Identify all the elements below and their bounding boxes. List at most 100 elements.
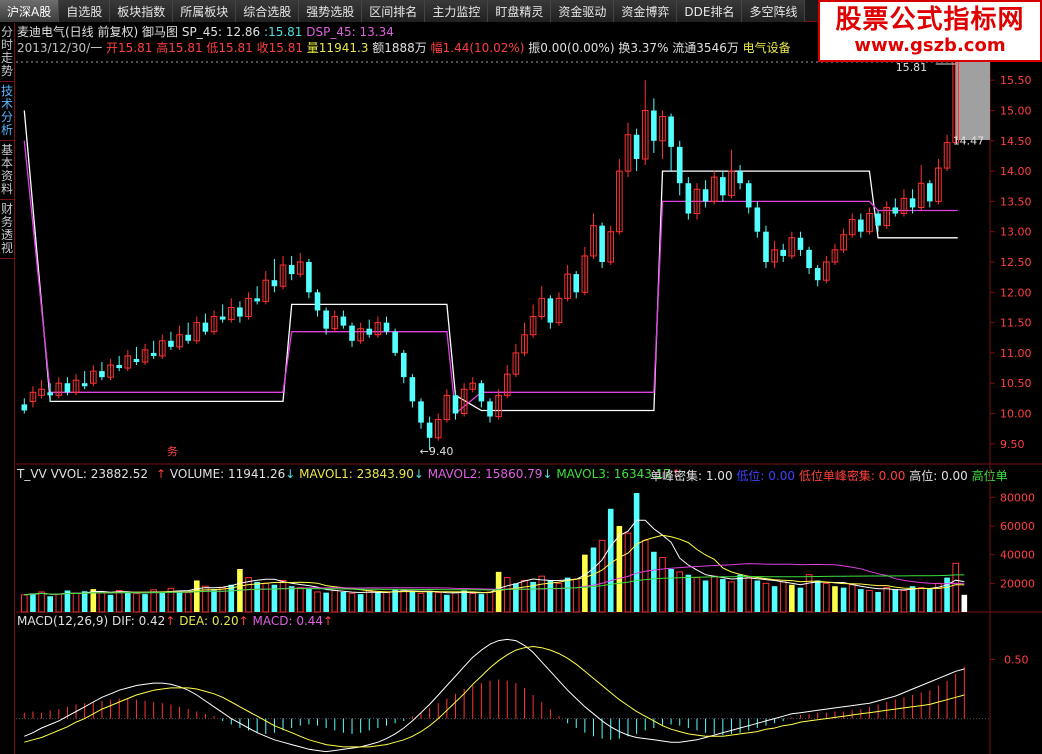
candle-body bbox=[806, 249, 812, 269]
volume-bar bbox=[917, 587, 925, 613]
candle-body bbox=[754, 207, 761, 232]
candle-body bbox=[763, 231, 769, 262]
candle-body bbox=[288, 265, 295, 275]
volume-bar bbox=[314, 591, 321, 613]
site-watermark: 股票公式指标网 www.gszb.com bbox=[818, 0, 1042, 62]
candle-body bbox=[392, 331, 398, 353]
volume-bar bbox=[452, 591, 459, 613]
candle-body bbox=[133, 358, 140, 362]
volume-bar bbox=[668, 569, 674, 612]
candle-body bbox=[185, 334, 191, 341]
volume-bar bbox=[55, 593, 63, 613]
volume-bar bbox=[720, 579, 726, 612]
stock-chart[interactable]: 15.50 15.00 14.50 14.00 13.50 13.00 12.50 12.00… bbox=[0, 0, 1042, 754]
volume-bar bbox=[47, 596, 53, 612]
candle-body bbox=[383, 322, 390, 332]
candle-body bbox=[875, 213, 881, 226]
price-axis-label: 12.50 bbox=[1000, 256, 1032, 269]
volume-bar bbox=[228, 584, 235, 612]
volume-axis-label: 60000 bbox=[1000, 520, 1035, 533]
candle-body bbox=[797, 237, 804, 250]
candle-body bbox=[409, 377, 416, 402]
candle-body bbox=[547, 298, 554, 323]
candle-body bbox=[21, 404, 28, 411]
volume-bar bbox=[564, 577, 571, 612]
candle-body bbox=[599, 225, 605, 262]
volume-bar bbox=[909, 586, 916, 612]
price-axis-label: 13.50 bbox=[1000, 195, 1032, 208]
volume-bar bbox=[651, 551, 657, 612]
candle-body bbox=[814, 268, 821, 281]
volume-bar bbox=[927, 589, 933, 612]
candle-body bbox=[892, 207, 899, 214]
volume-bar bbox=[710, 575, 718, 613]
volume-bar bbox=[184, 592, 192, 613]
volume-bar bbox=[900, 590, 908, 613]
volume-bar bbox=[685, 574, 692, 612]
volume-bar bbox=[98, 592, 106, 613]
volume-bar bbox=[875, 591, 881, 612]
price-axis-label: 10.00 bbox=[1000, 408, 1032, 421]
candle-body bbox=[426, 422, 433, 438]
volume-bar bbox=[193, 580, 200, 612]
candle-body bbox=[702, 189, 709, 202]
volume-bar bbox=[883, 587, 890, 613]
volume-bar bbox=[547, 580, 554, 612]
candle-body bbox=[306, 262, 312, 293]
volume-bar bbox=[702, 580, 709, 612]
volume-bar bbox=[409, 591, 416, 612]
volume-bar bbox=[503, 577, 511, 613]
candle-body bbox=[676, 146, 683, 184]
candle-body bbox=[418, 401, 424, 423]
volume-bar bbox=[779, 581, 787, 613]
volume-bar bbox=[728, 581, 735, 613]
price-axis-label: 15.50 bbox=[1000, 74, 1032, 87]
candle-body bbox=[116, 365, 122, 369]
volume-bar bbox=[478, 594, 485, 612]
volume-bar bbox=[426, 591, 433, 612]
volume-bar bbox=[633, 493, 640, 612]
candle-body bbox=[219, 316, 226, 320]
volume-bar bbox=[486, 591, 494, 613]
volume-bar bbox=[400, 589, 408, 613]
volume-bar bbox=[771, 586, 778, 612]
volume-bar bbox=[797, 587, 804, 612]
candle-body bbox=[668, 116, 674, 147]
volume-bar bbox=[582, 554, 588, 612]
volume-bar bbox=[288, 586, 295, 612]
volume-bar bbox=[348, 592, 356, 613]
volume-bar bbox=[616, 526, 623, 612]
volume-bar bbox=[789, 584, 795, 612]
volume-bar bbox=[375, 591, 381, 612]
candle-body bbox=[452, 395, 459, 414]
event-marker: 务 bbox=[167, 445, 178, 458]
price-axis-label: 14.00 bbox=[1000, 165, 1032, 178]
volume-bar bbox=[754, 580, 761, 612]
price-axis-label: 10.50 bbox=[1000, 377, 1032, 390]
price-highlight-block bbox=[955, 62, 990, 140]
candle-body bbox=[927, 183, 933, 202]
candle-body bbox=[720, 177, 726, 196]
volume-bar bbox=[823, 582, 830, 613]
volume-bar bbox=[262, 582, 270, 613]
volume-bar bbox=[38, 591, 45, 613]
volume-bar bbox=[521, 579, 528, 613]
candle-body bbox=[323, 310, 329, 329]
volume-bar bbox=[279, 579, 287, 613]
volume-bar bbox=[392, 589, 398, 612]
volume-axis-label: 20000 bbox=[1000, 577, 1035, 590]
volume-bar bbox=[176, 590, 183, 612]
volume-bar bbox=[72, 592, 80, 613]
volume-bar bbox=[21, 594, 28, 613]
candle-body bbox=[81, 383, 88, 387]
volume-bar bbox=[142, 594, 148, 612]
volume-bar bbox=[944, 577, 950, 612]
candle-body bbox=[737, 171, 743, 184]
candle-body bbox=[633, 134, 640, 159]
current-price-marker: 14.47 bbox=[953, 135, 985, 148]
volume-bar bbox=[952, 562, 959, 613]
volume-bar bbox=[107, 594, 114, 612]
price-axis-label: 12.00 bbox=[1000, 286, 1032, 299]
candle-body bbox=[745, 183, 752, 208]
volume-bar bbox=[323, 592, 329, 612]
